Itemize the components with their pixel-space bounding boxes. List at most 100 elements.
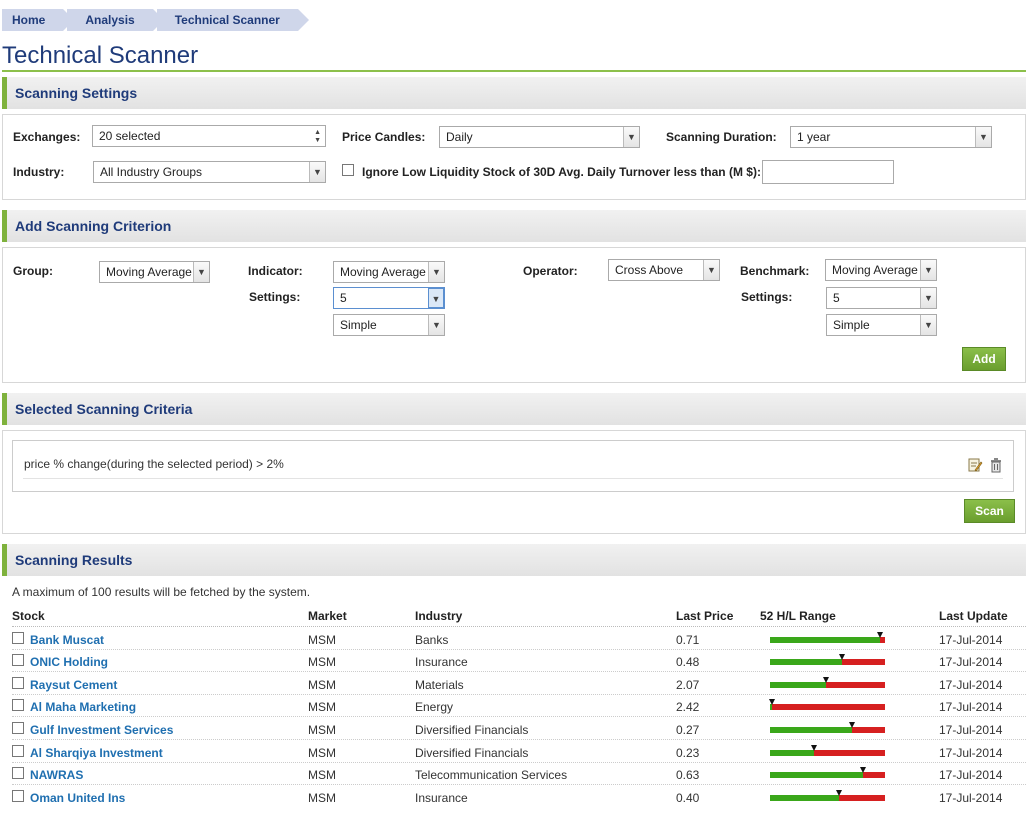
industry-select[interactable]: All Industry Groups ▼ — [93, 161, 326, 183]
ignore-liquidity-label: Ignore Low Liquidity Stock of 30D Avg. D… — [362, 165, 761, 179]
industry-cell: Telecommunication Services — [415, 768, 568, 782]
row-checkbox[interactable] — [12, 699, 24, 711]
breadcrumb: Home Analysis Technical Scanner — [2, 9, 310, 31]
table-row[interactable]: Bank Muscat MSM Banks 0.71 17-Jul-2014 — [12, 629, 1026, 651]
benchmark-select[interactable]: Moving Average ▼ — [825, 259, 937, 281]
breadcrumb-home[interactable]: Home — [2, 9, 75, 31]
industry-cell: Diversified Financials — [415, 723, 529, 737]
stock-link[interactable]: Al Maha Marketing — [30, 700, 136, 714]
hl-range-marker-icon — [810, 745, 817, 751]
stock-link[interactable]: ONIC Holding — [30, 655, 108, 669]
hl-range-marker-icon — [848, 722, 855, 728]
indicator-type-value: Simple — [340, 318, 377, 332]
row-checkbox[interactable] — [12, 632, 24, 644]
group-value: Moving Average — [106, 265, 192, 279]
stock-link[interactable]: NAWRAS — [30, 768, 83, 782]
stock-link[interactable]: Gulf Investment Services — [30, 723, 173, 737]
scanning-settings-header: Scanning Settings — [2, 77, 1026, 109]
market-cell: MSM — [308, 655, 336, 669]
industry-cell: Banks — [415, 633, 449, 647]
hl-range-fill — [770, 659, 843, 665]
table-row[interactable]: ONIC Holding MSM Insurance 0.48 17-Jul-2014 — [12, 651, 1026, 673]
trash-icon[interactable] — [988, 457, 1004, 473]
operator-select[interactable]: Cross Above ▼ — [608, 259, 720, 281]
row-checkbox[interactable] — [12, 722, 24, 734]
hl-range-marker-icon — [860, 767, 867, 773]
last-update-cell: 17-Jul-2014 — [939, 700, 1003, 714]
last-update-cell: 17-Jul-2014 — [939, 768, 1003, 782]
edit-icon[interactable] — [967, 457, 983, 473]
stock-link[interactable]: Al Sharqiya Investment — [30, 746, 163, 760]
last-update-cell: 17-Jul-2014 — [939, 633, 1003, 647]
table-row[interactable]: Oman United Ins MSM Insurance 0.40 17-Jul-20… — [12, 787, 1026, 809]
benchmark-type-select[interactable]: Simple ▼ — [826, 314, 937, 336]
column-header-stock[interactable]: Stock — [12, 609, 45, 623]
chevron-down-icon: ▼ — [428, 288, 444, 308]
column-header-last-price[interactable]: Last Price — [676, 609, 733, 623]
table-row[interactable]: Al Sharqiya Investment MSM Diversified Fin… — [12, 742, 1026, 764]
last-update-cell: 17-Jul-2014 — [939, 678, 1003, 692]
indicator-period-value: 5 — [340, 291, 347, 305]
last-price-cell: 0.71 — [676, 633, 700, 647]
chevron-down-icon: ▼ — [193, 262, 209, 282]
indicator-period-select[interactable]: 5 ▼ — [333, 287, 445, 309]
ignore-liquidity-checkbox[interactable] — [342, 164, 354, 176]
market-cell: MSM — [308, 791, 336, 805]
page-title: Technical Scanner — [2, 42, 199, 69]
row-checkbox[interactable] — [12, 767, 24, 779]
row-divider — [12, 649, 1026, 650]
table-row[interactable]: NAWRAS MSM Telecommunication Services 0.63 1… — [12, 764, 1026, 786]
row-checkbox[interactable] — [12, 745, 24, 757]
market-cell: MSM — [308, 633, 336, 647]
hl-range-bar — [770, 767, 885, 778]
chevron-down-icon: ▼ — [920, 260, 936, 280]
add-button[interactable]: Add — [962, 347, 1006, 371]
market-cell: MSM — [308, 723, 336, 737]
liquidity-threshold-input[interactable] — [762, 160, 894, 184]
row-divider — [12, 784, 1026, 785]
row-checkbox[interactable] — [12, 677, 24, 689]
scanning-duration-select[interactable]: 1 year ▼ — [790, 126, 992, 148]
hl-range-fill — [770, 727, 852, 733]
stock-link[interactable]: Raysut Cement — [30, 678, 117, 692]
row-checkbox[interactable] — [12, 790, 24, 802]
last-price-cell: 2.07 — [676, 678, 700, 692]
benchmark-settings-label: Settings: — [741, 290, 793, 304]
indicator-value: Moving Average — [340, 265, 426, 279]
hl-range-marker-icon — [877, 632, 884, 638]
exchanges-select[interactable]: 20 selected ▲ ▼ — [92, 125, 326, 147]
indicator-select[interactable]: Moving Average ▼ — [333, 261, 445, 283]
industry-value: All Industry Groups — [100, 165, 203, 179]
table-row[interactable]: Gulf Investment Services MSM Diversified F… — [12, 719, 1026, 741]
last-update-cell: 17-Jul-2014 — [939, 746, 1003, 760]
row-checkbox[interactable] — [12, 654, 24, 666]
title-divider — [2, 70, 1026, 72]
stock-link[interactable]: Bank Muscat — [30, 633, 104, 647]
column-header-last-update[interactable]: Last Update — [939, 609, 1008, 623]
industry-cell: Energy — [415, 700, 454, 714]
breadcrumb-technical-scanner[interactable]: Technical Scanner — [156, 9, 310, 31]
scan-button[interactable]: Scan — [964, 499, 1015, 523]
operator-value: Cross Above — [615, 263, 684, 277]
column-header-market[interactable]: Market — [308, 609, 347, 623]
benchmark-period-select[interactable]: 5 ▼ — [826, 287, 937, 309]
price-candles-select[interactable]: Daily ▼ — [439, 126, 640, 148]
column-header-range[interactable]: 52 H/L Range — [760, 609, 836, 623]
hl-range-bar — [769, 699, 885, 710]
selected-criteria-header: Selected Scanning Criteria — [2, 393, 1026, 425]
breadcrumb-analysis[interactable]: Analysis — [67, 9, 165, 31]
row-divider — [12, 762, 1026, 763]
column-header-industry[interactable]: Industry — [415, 609, 462, 623]
chevron-down-icon: ▼ — [428, 315, 444, 335]
last-price-cell: 0.48 — [676, 655, 700, 669]
indicator-type-select[interactable]: Simple ▼ — [333, 314, 445, 336]
row-divider — [12, 694, 1026, 695]
row-divider — [12, 739, 1026, 740]
benchmark-type-value: Simple — [833, 318, 870, 332]
table-row[interactable]: Al Maha Marketing MSM Energy 2.42 17-Jul-201… — [12, 696, 1026, 718]
group-select[interactable]: Moving Average ▼ — [99, 261, 210, 283]
stock-link[interactable]: Oman United Ins — [30, 791, 125, 805]
scanning-duration-label: Scanning Duration: — [666, 130, 777, 144]
table-row[interactable]: Raysut Cement MSM Materials 2.07 17-Jul-2014 — [12, 674, 1026, 696]
hl-range-bar — [770, 632, 885, 643]
